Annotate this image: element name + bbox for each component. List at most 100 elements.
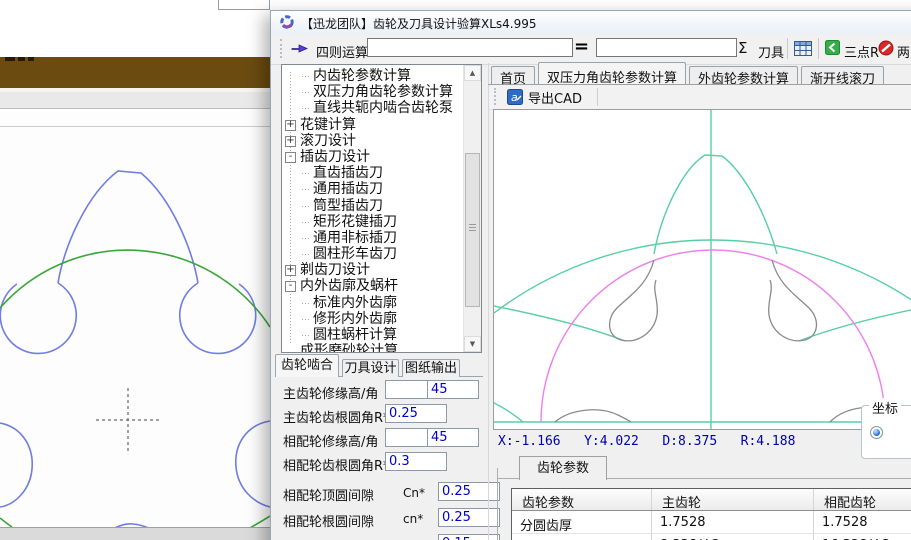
cell: 1.7528 [652,511,814,533]
main-window: 【迅龙团队】齿轮及刀具设计验算XLs4.995 四则运算 = Σ 刀具 三点R … [270,10,911,540]
tree-item-label: 剃齿刀设计 [300,262,370,279]
tree-scrollbar[interactable]: ▲ ▼ [463,65,481,352]
coordinate-radio[interactable] [870,426,883,439]
tree-item[interactable]: 双压力角齿轮参数计算 [282,84,464,100]
mesh-parameters-form: 主齿轮修缘高/角主齿轮齿根圆角R* 相配轮修缘高/角相配轮齿根圆角R* 相配轮顶圆间… [271,379,500,540]
tree-item[interactable]: 矩形花键插刀 [282,214,464,230]
three-point-icon[interactable] [825,40,840,55]
gear-drawing-viewport[interactable] [493,109,911,430]
tree-item-label: 插齿刀设计 [300,148,370,165]
form-row: 相配轮修缘高/角 [271,427,488,451]
right-tab[interactable]: 首页 [491,66,536,87]
expression-input[interactable] [367,38,573,57]
svg-text:a: a [511,91,518,104]
sigma-icon[interactable]: Σ [738,39,747,57]
form-row: 相配轮齿根圆角R* [271,451,488,475]
form-input[interactable] [385,404,447,423]
left-tab[interactable]: 齿轮啮合 [275,354,339,377]
tree-item[interactable]: 成形磨砂轮计算 [282,343,464,352]
export-cad-button[interactable]: a 导出CAD [502,87,587,107]
form-label: 主齿轮齿根圆角R* [283,411,390,426]
tree-item[interactable]: 圆柱蜗杆计算 [282,327,464,343]
tree-item[interactable]: + 剃齿刀设计 [282,262,464,278]
tree-item-label: 花键计算 [300,116,356,133]
tree-item-label: 通用插齿刀 [313,181,383,198]
three-point-r-button[interactable]: 三点R [844,42,879,61]
tree-item[interactable]: 标准内外齿廓 [282,295,464,311]
form-row: 相配轮顶圆间隙 Cn* [271,481,500,507]
tree-item[interactable]: + 滚刀设计 [282,133,464,149]
expand-icon[interactable]: + [285,119,296,131]
tools-button[interactable]: 刀具 [758,42,784,61]
collapse-icon[interactable]: - [285,151,296,163]
bg-titlebar-text-marks [5,57,15,61]
toolbar-grip[interactable] [280,39,285,58]
expand-icon[interactable]: + [285,135,296,147]
form-input[interactable] [438,534,500,540]
scroll-up-icon[interactable]: ▲ [464,65,481,81]
thumb-grip [469,224,476,231]
run-arrow-icon[interactable] [291,42,309,55]
tree-item[interactable]: - 插齿刀设计 [282,149,464,165]
scrollbar-thumb[interactable] [465,153,480,307]
toolbar-grip[interactable] [494,88,499,105]
cell: 1.7528 [814,511,911,533]
form-symbol: Cn* [403,486,425,500]
tree-item-label: 双压力角齿轮参数计算 [313,84,453,101]
tree-item[interactable]: 直齿插齿刀 [282,165,464,181]
cell: 16.328/Φ2 [814,534,911,540]
form-row: 主齿轮修缘高/角 [271,379,488,403]
export-cad-label: 导出CAD [528,91,582,107]
cad-icon: a [507,89,523,105]
tree-item[interactable]: 修形内外齿廓 [282,311,464,327]
scroll-down-icon[interactable]: ▼ [464,336,481,352]
form-input[interactable] [385,428,429,447]
tree-item-label: 直线共轭内啮合齿轮泵 [313,100,453,117]
form-row [271,533,500,540]
bg-titlebar-text-marks [28,57,34,61]
column-header: 主齿轮 [652,489,814,511]
tree-item-label: 筒型插齿刀 [313,197,383,214]
two-point-button[interactable]: 两 [897,42,910,61]
form-input[interactable] [438,482,500,501]
tree-item[interactable]: 通用插齿刀 [282,181,464,197]
app-gear-icon [280,15,294,29]
left-tab[interactable]: 刀具设计 [342,359,399,377]
tree-item[interactable]: 圆柱形车齿刀 [282,246,464,262]
tree-item[interactable]: - 内外齿廓及蜗杆 [282,278,464,294]
result-input[interactable] [596,38,737,57]
tree-item-label: 滚刀设计 [300,132,356,149]
radio-dot [873,429,880,436]
tree-items: 内齿轮参数计算 双压力角齿轮参数计算 直线共轭内啮合齿轮泵 + 花键计算 + 滚刀设计 - 插齿… [282,68,464,352]
tree-item-label: 修形内外齿廓 [313,310,397,327]
tree-item-label: 圆柱蜗杆计算 [313,327,397,343]
right-tab[interactable]: 双压力角齿轮参数计算 [538,62,687,86]
toolbar-separator [787,38,788,59]
form-input[interactable] [427,428,479,447]
tree-item[interactable]: 内齿轮参数计算 [282,68,464,84]
tab-gear-parameters[interactable]: 齿轮参数 [519,456,607,480]
tree-item[interactable]: 直线共轭内啮合齿轮泵 [282,100,464,116]
form-input[interactable] [385,452,447,471]
calculator-grid-icon[interactable] [794,41,812,56]
toolbar-separator [597,88,598,106]
form-input[interactable] [438,508,500,527]
no-entry-icon[interactable] [878,40,894,56]
expand-icon[interactable]: + [285,265,296,277]
table-header-row: 齿轮参数 主齿轮 相配齿轮 [512,489,911,511]
form-input[interactable] [385,380,429,399]
table-row[interactable]: 跨钢球距8.338/Φ216.328/Φ2 [512,534,911,540]
tree-item[interactable]: 筒型插齿刀 [282,198,464,214]
left-tab[interactable]: 图纸输出 [402,359,460,377]
form-row: 相配轮根圆间隙 cn* [271,507,500,533]
right-tab[interactable]: 外齿轮参数计算 [689,66,799,87]
form-input[interactable] [427,380,479,399]
form-label: 相配轮修缘高/角 [283,435,379,450]
tree-item[interactable]: 通用非标插刀 [282,230,464,246]
right-tab[interactable]: 渐开线滚刀 [801,66,885,87]
coordinate-groupbox: 坐标 [861,398,911,459]
table-row[interactable]: 分圆齿厚 1.7528 1.7528 [512,511,911,534]
tree-item[interactable]: + 花键计算 [282,117,464,133]
title-bar[interactable]: 【迅龙团队】齿轮及刀具设计验算XLs4.995 [271,11,911,35]
collapse-icon[interactable]: - [285,281,296,293]
